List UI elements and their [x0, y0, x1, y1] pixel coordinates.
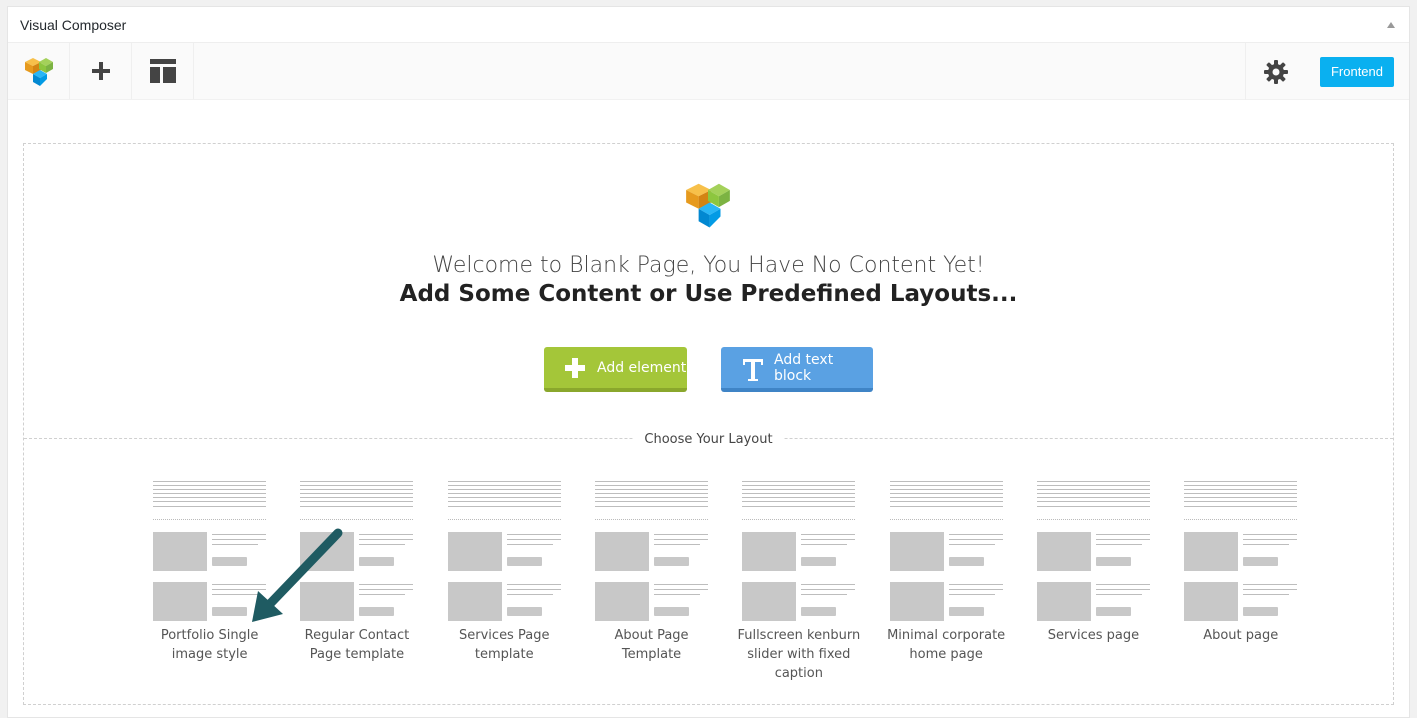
add-element-button[interactable]: Add element: [544, 347, 687, 392]
gear-icon: [1263, 59, 1288, 84]
layout-name: About Page Template: [614, 628, 689, 662]
vc-logo-icon: [24, 58, 53, 86]
layout-thumbnail[interactable]: [447, 481, 561, 626]
add-element-toolbar-button[interactable]: [70, 43, 132, 99]
layout-item[interactable]: About Page Template: [578, 481, 725, 683]
layout-name: Portfolio Single image style: [160, 628, 259, 662]
add-element-label: Add element: [597, 359, 687, 376]
layout-item[interactable]: Services Page template: [431, 481, 578, 683]
layout-thumbnail[interactable]: [153, 481, 267, 626]
welcome-heading: Welcome to Blank Page, You Have No Conte…: [432, 253, 985, 278]
layout-name: Services page: [1047, 628, 1140, 643]
layout-thumbnail[interactable]: [742, 481, 856, 626]
add-text-block-button[interactable]: Add text block: [721, 347, 873, 392]
toolbar: Frontend: [8, 43, 1409, 100]
toolbar-right: Frontend: [1245, 43, 1409, 100]
templates-icon: [149, 59, 176, 83]
arrow-annotation-icon: [252, 528, 343, 622]
visual-composer-panel: Visual Composer Frontend Welcome to Blan…: [7, 6, 1410, 718]
layout-item[interactable]: Fullscreen kenburn slider with fixed cap…: [725, 481, 872, 683]
plus-icon: [565, 357, 585, 378]
layout-item[interactable]: About page: [1167, 481, 1314, 683]
plus-icon: [91, 62, 110, 80]
panel-header[interactable]: Visual Composer: [8, 7, 1409, 43]
text-t-icon: [742, 358, 763, 381]
layout-name: About page: [1203, 628, 1279, 643]
frontend-button[interactable]: Frontend: [1319, 56, 1395, 87]
collapse-arrow-icon[interactable]: [1387, 21, 1395, 28]
choose-layout-label: Choose Your Layout: [634, 432, 783, 447]
vc-logo-button[interactable]: [8, 43, 70, 99]
templates-button[interactable]: [132, 43, 194, 99]
welcome-subheading: Add Some Content or Use Predefined Layou…: [399, 281, 1018, 307]
vc-logo-icon: [686, 183, 730, 228]
frontend-wrapper: Frontend: [1305, 43, 1409, 100]
layout-thumbnail[interactable]: [889, 481, 1003, 626]
layout-name: Regular Contact Page template: [304, 628, 410, 662]
layout-thumbnail[interactable]: [1036, 481, 1150, 626]
layout-name: Minimal corporate home page: [887, 628, 1006, 662]
layout-thumbnail[interactable]: [1184, 481, 1298, 626]
layout-item[interactable]: Minimal corporate home page: [872, 481, 1019, 683]
panel-title: Visual Composer: [20, 16, 127, 33]
choose-layout-heading: Choose Your Layout: [24, 430, 1393, 448]
blank-page-workspace: Welcome to Blank Page, You Have No Conte…: [23, 143, 1394, 705]
layout-thumbnail[interactable]: [595, 481, 709, 626]
layout-name: Fullscreen kenburn slider with fixed cap…: [737, 628, 861, 681]
layout-name: Services Page template: [459, 628, 550, 662]
settings-button[interactable]: [1245, 43, 1305, 100]
add-text-block-label: Add text block: [774, 351, 834, 384]
layout-item[interactable]: Services page: [1020, 481, 1167, 683]
